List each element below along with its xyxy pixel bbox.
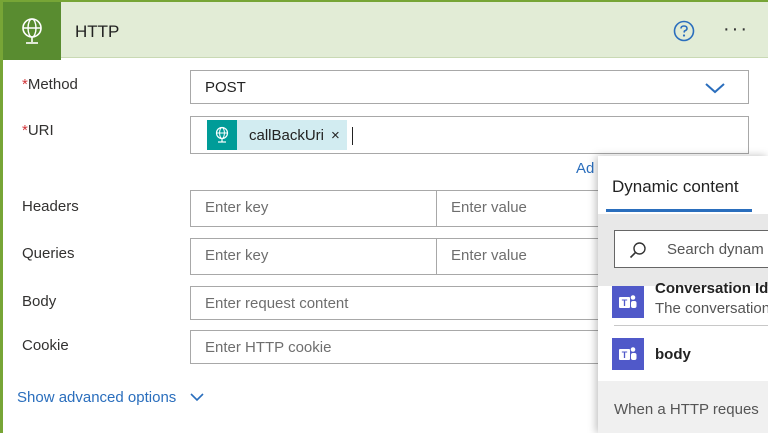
queries-label: Queries xyxy=(22,245,75,262)
globe-icon xyxy=(207,120,237,150)
svg-text:T: T xyxy=(622,298,628,308)
method-value: POST xyxy=(205,79,246,96)
teams-icon: T xyxy=(612,338,644,370)
tab-dynamic-content[interactable]: Dynamic content xyxy=(612,177,739,197)
queries-value-placeholder: Enter value xyxy=(451,247,527,264)
queries-key-input[interactable]: Enter key xyxy=(190,238,437,275)
method-dropdown[interactable]: POST xyxy=(190,70,749,104)
more-options-icon[interactable]: ··· xyxy=(723,19,749,39)
list-item-conversation-id[interactable]: T Conversation Id The conversation xyxy=(598,274,768,326)
cookie-input[interactable]: Enter HTTP cookie xyxy=(190,330,616,364)
globe-icon xyxy=(3,2,61,60)
headers-label: Headers xyxy=(22,198,79,215)
list-item-body[interactable]: T body xyxy=(598,328,768,380)
cookie-placeholder: Enter HTTP cookie xyxy=(205,339,332,356)
method-label: *Method xyxy=(22,76,78,93)
trigger-section-title: When a HTTP reques xyxy=(614,401,759,418)
item-title: Conversation Id xyxy=(655,280,768,297)
help-circle-icon[interactable] xyxy=(673,20,695,42)
text-caret xyxy=(352,127,353,145)
queries-value-input[interactable]: Enter value xyxy=(436,238,616,275)
queries-key-placeholder: Enter key xyxy=(205,247,269,264)
chevron-down-icon[interactable] xyxy=(189,391,205,403)
headers-value-placeholder: Enter value xyxy=(451,199,527,216)
headers-value-input[interactable]: Enter value xyxy=(436,190,616,227)
item-description: The conversation xyxy=(655,300,768,317)
search-icon xyxy=(629,242,646,259)
action-title: HTTP xyxy=(75,22,120,41)
headers-key-input[interactable]: Enter key xyxy=(190,190,437,227)
token-label: callBackUri xyxy=(249,127,325,144)
search-placeholder: Search dynam xyxy=(667,241,764,258)
body-placeholder: Enter request content xyxy=(205,295,349,312)
show-advanced-options-link[interactable]: Show advanced options xyxy=(17,389,176,406)
body-label: Body xyxy=(22,293,57,310)
trigger-section-header[interactable]: When a HTTP reques xyxy=(598,381,768,433)
uri-label: *URI xyxy=(22,122,54,139)
cookie-label: Cookie xyxy=(22,337,69,354)
item-title: body xyxy=(655,346,691,363)
body-input[interactable]: Enter request content xyxy=(190,286,616,320)
chevron-down-icon xyxy=(705,83,725,94)
svg-text:T: T xyxy=(622,350,628,360)
uri-input[interactable]: callBackUri × xyxy=(190,116,749,154)
teams-icon: T xyxy=(612,286,644,318)
headers-key-placeholder: Enter key xyxy=(205,199,269,216)
close-icon[interactable]: × xyxy=(331,127,340,144)
add-dynamic-content-link[interactable]: Ad xyxy=(576,160,594,177)
active-tab-indicator xyxy=(606,209,752,212)
action-header[interactable]: HTTP ··· xyxy=(3,0,768,60)
list-divider xyxy=(614,325,768,326)
dynamic-content-search-input[interactable]: Search dynam xyxy=(614,230,768,268)
dynamic-content-panel: Dynamic content Search dynam T Conversat… xyxy=(598,156,768,433)
callbackuri-token[interactable]: callBackUri × xyxy=(207,120,347,150)
